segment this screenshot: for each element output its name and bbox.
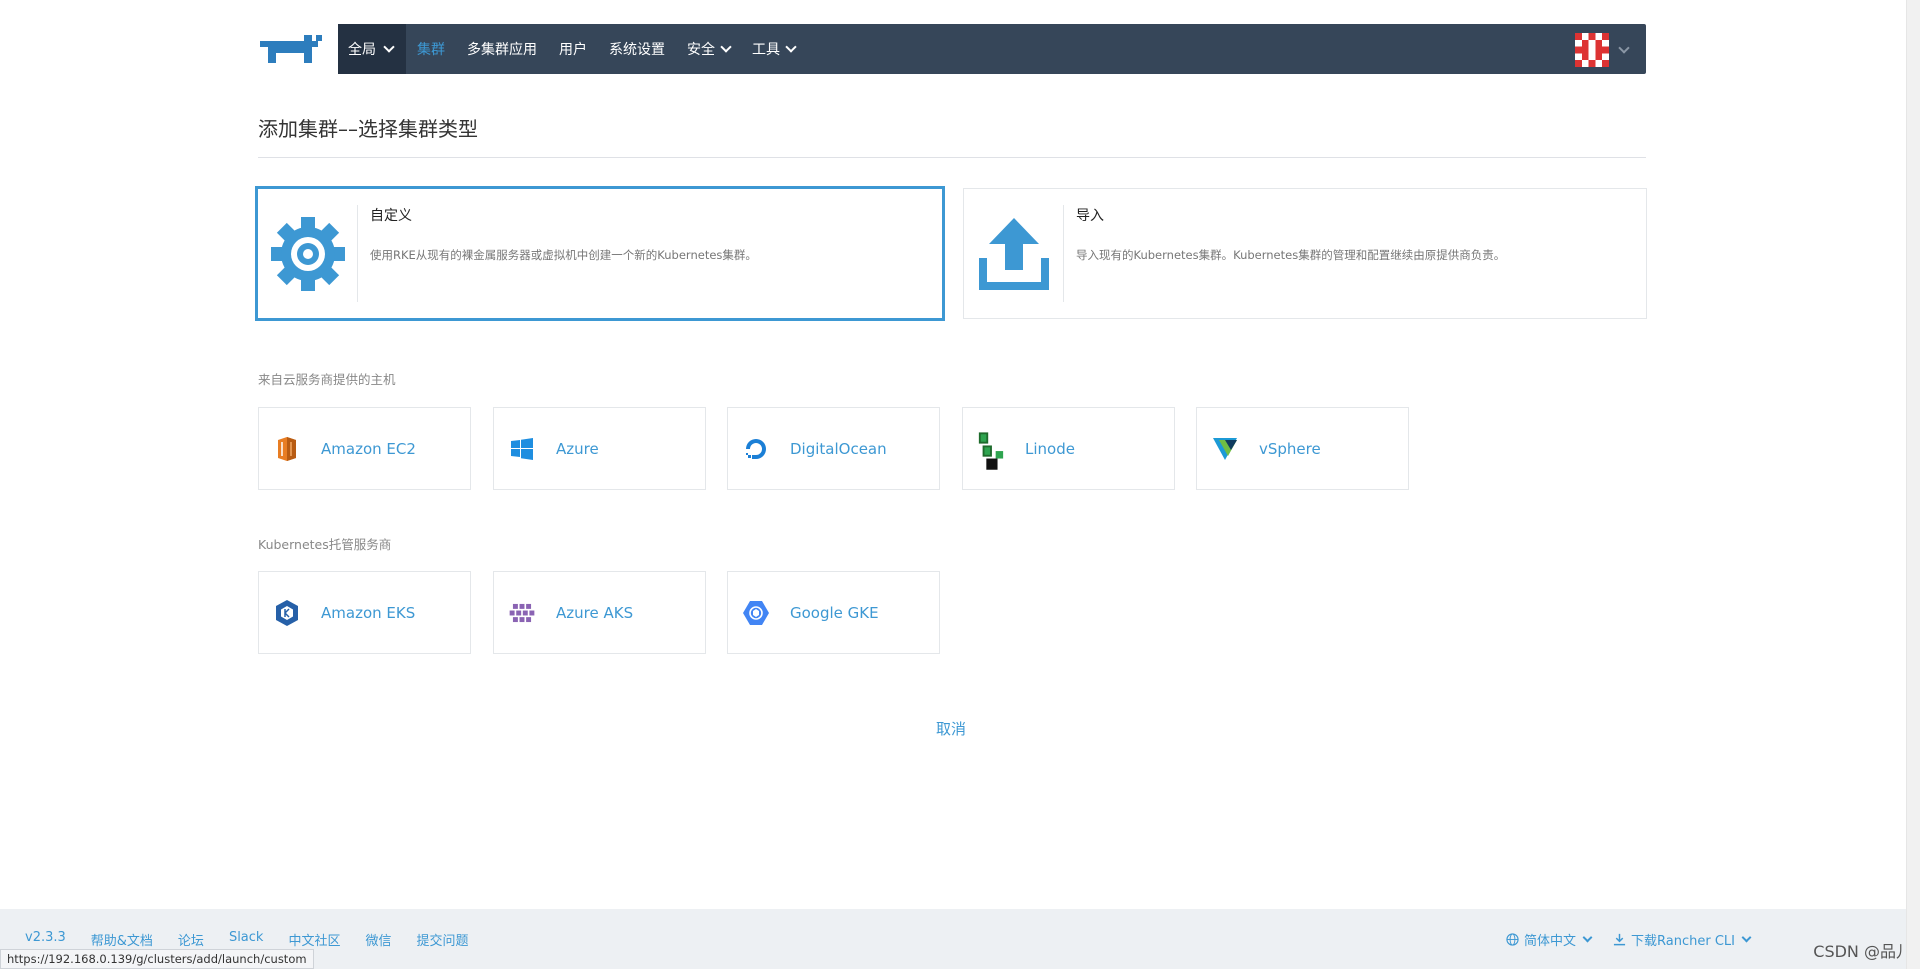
chinese-community-link[interactable]: 中文社区 [288,930,340,949]
chevron-down-icon [1618,42,1630,54]
language-label: 简体中文 [1524,934,1577,949]
provider-linode[interactable]: Linode [962,407,1175,490]
wechat-link[interactable]: 微信 [365,930,391,949]
nav-tools[interactable]: 工具 [741,24,806,74]
nav-security[interactable]: 安全 [676,24,741,74]
chevron-down-icon [720,41,732,53]
language-selector[interactable]: 简体中文 [1506,930,1593,949]
user-menu[interactable] [1575,33,1630,67]
download-cli-menu[interactable]: 下载Rancher CLI [1613,930,1752,949]
download-cli-label: 下载Rancher CLI [1631,934,1735,949]
provider-name: Azure [556,439,599,458]
google-gke-icon [742,599,770,627]
footer-links: v2.3.3 帮助&文档 论坛 Slack 中文社区 微信 提交问题 [25,930,469,949]
nav-label: 多集群应用 [467,42,537,58]
provider-azure-aks[interactable]: Azure AKS [493,571,706,654]
provider-name: vSphere [1259,439,1321,458]
digitalocean-icon [742,435,770,463]
main-navbar: 全局 集群 多集群应用 用户 系统设置 安全 工具 [338,24,1646,74]
help-docs-link[interactable]: 帮助&文档 [91,930,153,949]
chevron-down-icon [1582,932,1593,943]
slack-link[interactable]: Slack [229,930,264,949]
provider-name: Google GKE [790,603,879,622]
version-link[interactable]: v2.3.3 [25,930,66,949]
globe-icon [1506,933,1519,946]
custom-cluster-card[interactable]: 自定义 使用RKE从现有的裸金属服务器或虚拟机中创建一个新的Kubernetes… [255,186,945,321]
download-icon [1613,933,1626,946]
avatar [1575,33,1609,67]
card-description: 使用RKE从现有的裸金属服务器或虚拟机中创建一个新的Kubernetes集群。 [370,248,757,262]
nav-label: 集群 [417,42,445,58]
nav-label: 安全 [687,42,715,58]
status-bar-url: https://192.168.0.139/g/clusters/add/lau… [0,949,314,969]
page-title: 添加集群––选择集群类型 [258,117,478,141]
nav-label: 系统设置 [609,42,665,58]
nav-multi-cluster-apps[interactable]: 多集群应用 [456,24,548,74]
chevron-down-icon [1741,932,1752,943]
amazon-ec2-icon [273,435,301,463]
chevron-down-icon [785,41,797,53]
provider-amazon-ec2[interactable]: Amazon EC2 [258,407,471,490]
top-header: 全局 集群 多集群应用 用户 系统设置 安全 工具 [258,24,1646,74]
scrollbar[interactable] [1906,0,1920,969]
amazon-eks-icon [273,599,301,627]
provider-google-gke[interactable]: Google GKE [727,571,940,654]
forum-link[interactable]: 论坛 [178,930,204,949]
footer-right: 简体中文 下载Rancher CLI [1506,930,1752,949]
nav-label: 工具 [752,42,780,58]
linode-icon [977,431,1005,470]
provider-digitalocean[interactable]: DigitalOcean [727,407,940,490]
file-issue-link[interactable]: 提交问题 [416,930,468,949]
provider-name: DigitalOcean [790,439,887,458]
divider [258,157,1646,158]
card-description: 导入现有的Kubernetes集群。Kubernetes集群的管理和配置继续由原… [1076,248,1506,262]
provider-name: Linode [1025,439,1075,458]
card-title: 导入 [1076,208,1104,224]
provider-name: Amazon EC2 [321,439,416,458]
chevron-down-icon [383,41,395,53]
watermark: CSDN @品儿 [1813,942,1912,961]
nav-clusters[interactable]: 集群 [406,24,456,74]
provider-name: Amazon EKS [321,603,416,622]
vsphere-icon [1211,435,1239,463]
azure-aks-icon [508,599,536,627]
import-cluster-card[interactable]: 导入 导入现有的Kubernetes集群。Kubernetes集群的管理和配置继… [963,188,1647,319]
cancel-button[interactable]: 取消 [936,718,966,739]
card-title: 自定义 [370,208,412,224]
provider-amazon-eks[interactable]: Amazon EKS [258,571,471,654]
provider-vsphere[interactable]: vSphere [1196,407,1409,490]
gear-icon [258,205,358,302]
provider-name: Azure AKS [556,603,634,622]
nav-label: 用户 [559,42,587,58]
provider-azure[interactable]: Azure [493,407,706,490]
windows-icon [508,435,536,463]
section-label-cloud-hosts: 来自云服务商提供的主机 [258,372,396,387]
scope-label: 全局 [348,42,376,58]
section-label-k8s-hosted: Kubernetes托管服务商 [258,537,392,552]
rancher-logo[interactable] [258,24,338,74]
nav-users[interactable]: 用户 [548,24,598,74]
upload-icon [964,205,1064,302]
nav-settings[interactable]: 系统设置 [598,24,676,74]
scope-switcher[interactable]: 全局 [338,24,406,74]
